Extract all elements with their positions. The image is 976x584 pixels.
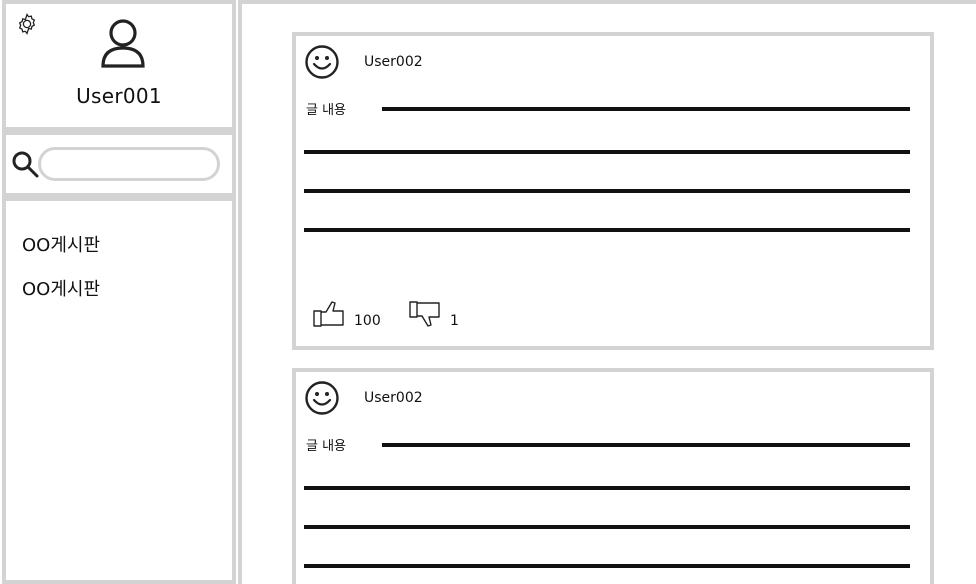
search-panel	[2, 131, 236, 197]
like-count: 100	[354, 313, 381, 329]
dislike-count: 1	[450, 313, 459, 329]
sidebar: User001 OO게시판 OO게시판	[0, 0, 240, 584]
post-content-label: 글 내용	[306, 439, 347, 454]
thumbs-up-icon[interactable]	[312, 300, 346, 328]
content-line	[382, 107, 910, 111]
thumbs-down-icon[interactable]	[408, 300, 442, 328]
search-input[interactable]	[38, 147, 220, 181]
content-line	[304, 564, 910, 568]
content-line	[304, 228, 910, 232]
board-link[interactable]: OO게시판	[22, 231, 100, 257]
content-line	[304, 189, 910, 193]
post-author[interactable]: User002	[364, 390, 423, 406]
post-author[interactable]: User002	[364, 54, 423, 70]
board-link[interactable]: OO게시판	[22, 275, 100, 301]
smiley-icon	[305, 381, 339, 415]
content-line	[304, 525, 910, 529]
post-card[interactable]: User002 글 내용	[292, 368, 934, 584]
content-line	[304, 486, 910, 490]
content-line	[382, 443, 910, 447]
post-card[interactable]: User002 글 내용 100 1	[292, 32, 934, 350]
content-line	[304, 150, 910, 154]
user-icon	[101, 19, 145, 68]
profile-panel: User001	[2, 0, 236, 131]
board-list: OO게시판 OO게시판	[2, 197, 236, 584]
gear-icon[interactable]	[15, 12, 39, 36]
app-frame: User001 OO게시판 OO게시판 User002 글 내용 100 1 U…	[0, 0, 976, 584]
post-content-label: 글 내용	[306, 103, 347, 118]
post-feed[interactable]: User002 글 내용 100 1 User002 글 내용	[238, 0, 976, 584]
smiley-icon	[305, 45, 339, 79]
current-username: User001	[76, 84, 162, 108]
